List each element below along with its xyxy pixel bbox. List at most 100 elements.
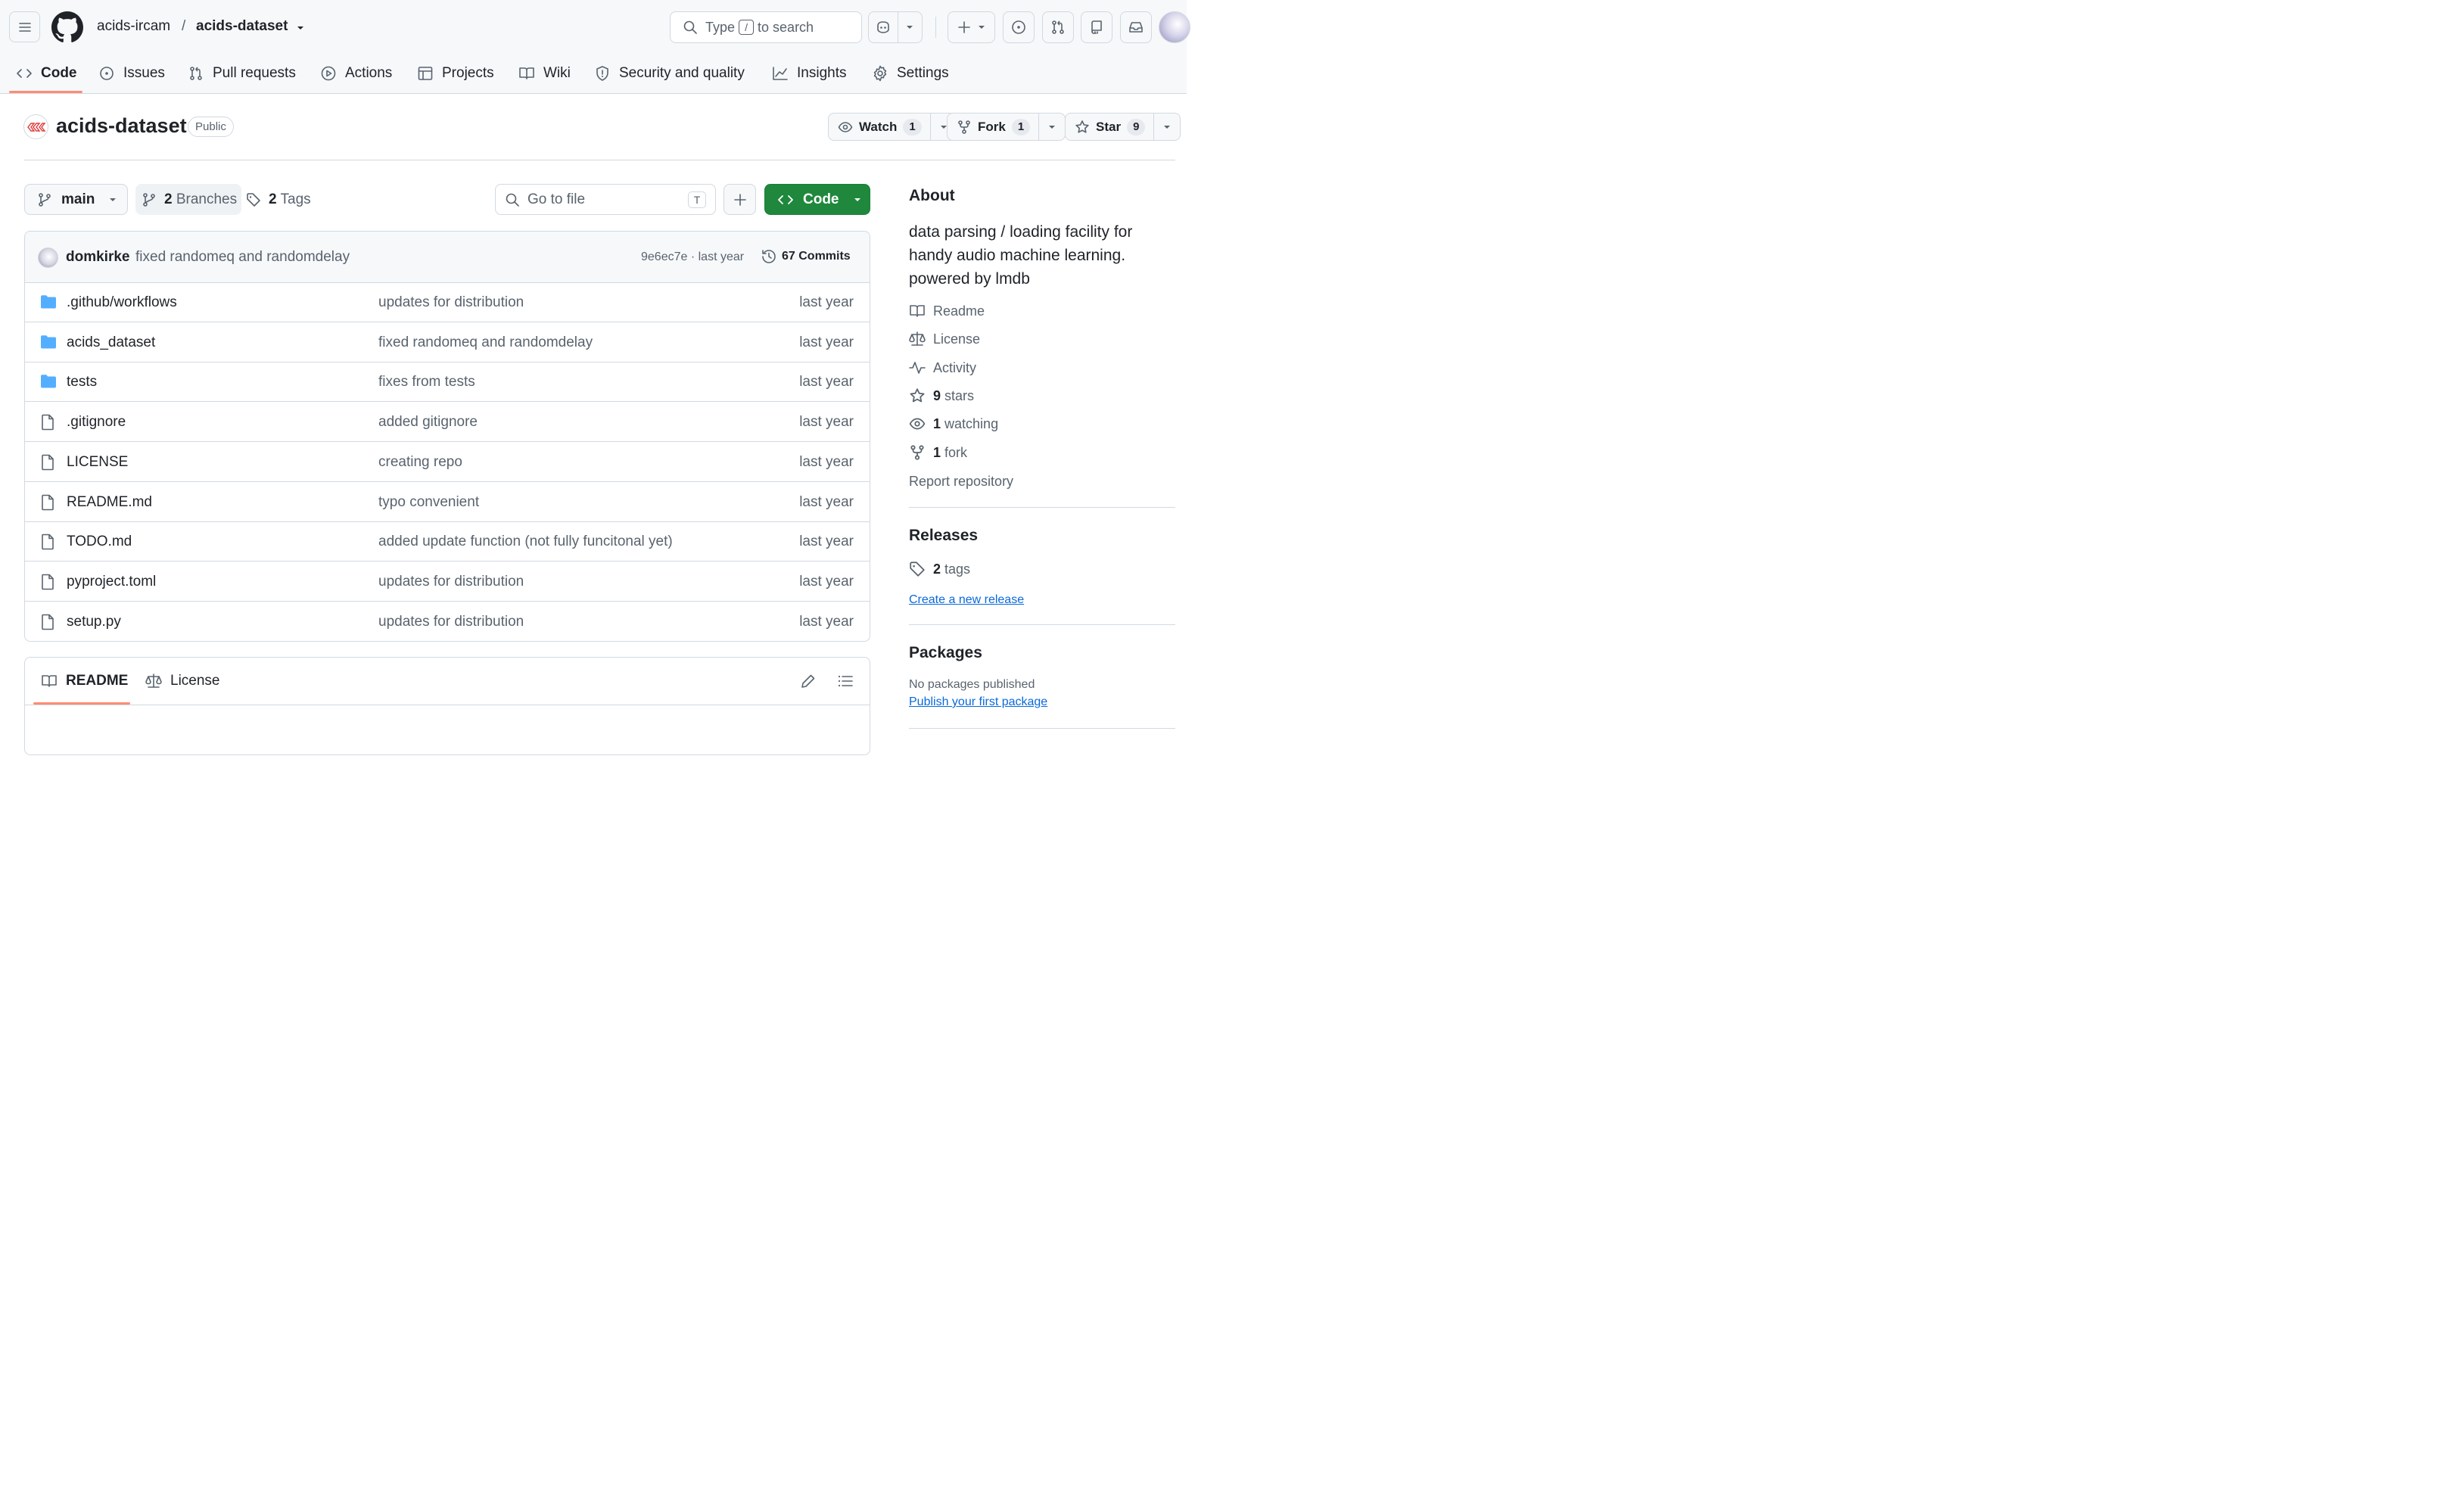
edit-readme-button[interactable] bbox=[800, 673, 817, 689]
report-repository-link[interactable]: Report repository bbox=[909, 474, 1013, 490]
sidebar-watching[interactable]: 1 watching bbox=[909, 415, 998, 432]
tab-settings[interactable]: Settings bbox=[872, 61, 949, 86]
file-name[interactable]: .gitignore bbox=[67, 414, 126, 431]
fork-main[interactable]: Fork 1 bbox=[948, 114, 1040, 140]
sidebar-readme[interactable]: Readme bbox=[909, 303, 985, 319]
file-commit-message[interactable]: added gitignore bbox=[378, 414, 478, 431]
file-commit-message[interactable]: updates for distribution bbox=[378, 294, 524, 311]
breadcrumb-owner[interactable]: acids-ircam bbox=[97, 18, 170, 35]
publish-package-link[interactable]: Publish your first package bbox=[909, 695, 1047, 709]
copilot-button[interactable] bbox=[868, 11, 923, 43]
file-row[interactable]: setup.py updates for distribution last yea… bbox=[25, 602, 870, 641]
tab-projects[interactable]: Projects bbox=[417, 61, 494, 86]
tags-link[interactable]: 2 Tags bbox=[246, 184, 311, 215]
star-button[interactable]: Star 9 bbox=[1065, 113, 1181, 141]
tab-readme[interactable]: README bbox=[41, 673, 128, 689]
pull-requests-button[interactable] bbox=[1042, 11, 1074, 43]
file-commit-message[interactable]: typo convenient bbox=[378, 494, 479, 511]
file-name[interactable]: setup.py bbox=[67, 614, 121, 630]
file-row[interactable]: pyproject.toml updates for distribution la… bbox=[25, 562, 870, 602]
search-icon bbox=[683, 20, 697, 34]
file-commit-message[interactable]: updates for distribution bbox=[378, 574, 524, 590]
file-name[interactable]: LICENSE bbox=[67, 454, 128, 471]
file-name[interactable]: acids_dataset bbox=[67, 334, 155, 351]
repo-owner-avatar[interactable] bbox=[23, 114, 48, 139]
file-name[interactable]: pyproject.toml bbox=[67, 574, 156, 590]
tab-projects-label: Projects bbox=[442, 65, 494, 81]
file-commit-message[interactable]: updates for distribution bbox=[378, 614, 524, 630]
tab-issues[interactable]: Issues bbox=[98, 61, 165, 86]
repo-switcher-caret-icon[interactable] bbox=[295, 23, 306, 33]
star-main[interactable]: Star 9 bbox=[1066, 114, 1155, 140]
github-logo-icon[interactable] bbox=[51, 11, 83, 43]
code-download-button[interactable]: Code bbox=[764, 184, 870, 215]
branches-link[interactable]: 2 Branches bbox=[135, 184, 241, 215]
branch-selector[interactable]: main bbox=[24, 184, 128, 215]
file-row[interactable]: README.md typo convenient last year bbox=[25, 483, 870, 522]
user-avatar[interactable] bbox=[1159, 11, 1190, 43]
file-row[interactable]: TODO.md added update function (not fully … bbox=[25, 522, 870, 562]
tab-code[interactable]: Code bbox=[16, 61, 77, 86]
tab-code-label: Code bbox=[41, 65, 77, 81]
sidebar-activity[interactable]: Activity bbox=[909, 359, 976, 376]
breadcrumb-separator: / bbox=[182, 18, 186, 34]
file-commit-message[interactable]: fixed randomeq and randomdelay bbox=[378, 334, 593, 351]
pencil-icon bbox=[801, 674, 815, 688]
file-name[interactable]: .github/workflows bbox=[67, 294, 177, 311]
folder-icon bbox=[41, 375, 56, 388]
create-release-link[interactable]: Create a new release bbox=[909, 593, 1024, 607]
tab-wiki[interactable]: Wiki bbox=[518, 61, 571, 86]
create-new-button[interactable] bbox=[948, 11, 995, 43]
fork-button[interactable]: Fork 1 bbox=[947, 113, 1066, 141]
file-name[interactable]: README.md bbox=[67, 494, 152, 511]
file-row[interactable]: .gitignore added gitignore last year bbox=[25, 403, 870, 443]
releases-heading[interactable]: Releases bbox=[909, 527, 978, 545]
watch-button[interactable]: Watch 1 bbox=[828, 113, 957, 141]
file-icon bbox=[42, 414, 54, 431]
tab-pull-requests[interactable]: Pull requests bbox=[188, 61, 296, 86]
sidebar-license[interactable]: License bbox=[909, 331, 980, 347]
menu-button[interactable] bbox=[9, 11, 40, 42]
fork-dropdown[interactable] bbox=[1039, 114, 1065, 140]
file-commit-date: last year bbox=[799, 334, 854, 350]
tab-actions[interactable]: Actions bbox=[320, 61, 392, 86]
file-name[interactable]: tests bbox=[67, 374, 97, 390]
sidebar-forks[interactable]: 1 fork bbox=[909, 444, 967, 461]
watch-main[interactable]: Watch 1 bbox=[829, 114, 931, 140]
commit-message[interactable]: fixed randomeq and randomdelay bbox=[135, 249, 350, 266]
repositories-button[interactable] bbox=[1081, 11, 1112, 43]
commits-history-link[interactable]: 67 Commits bbox=[761, 248, 851, 265]
star-dropdown[interactable] bbox=[1154, 114, 1180, 140]
file-row[interactable]: LICENSE creating repo last year bbox=[25, 443, 870, 482]
file-row[interactable]: .github/workflows updates for distributio… bbox=[25, 283, 870, 322]
file-row[interactable]: acids_dataset fixed randomeq and randomde… bbox=[25, 323, 870, 362]
breadcrumb-repo[interactable]: acids-dataset bbox=[196, 18, 288, 35]
sidebar-stars[interactable]: 9 stars bbox=[909, 387, 974, 404]
eye-icon bbox=[909, 418, 926, 430]
tab-actions-label: Actions bbox=[345, 65, 393, 81]
commit-author-avatar[interactable] bbox=[38, 247, 58, 268]
repo-title[interactable]: acids-dataset bbox=[56, 114, 187, 138]
file-type-icon bbox=[40, 534, 55, 550]
file-row[interactable]: tests fixes from tests last year bbox=[25, 362, 870, 403]
tab-security[interactable]: Security and quality bbox=[594, 61, 745, 86]
tab-license[interactable]: License bbox=[145, 673, 220, 689]
releases-tags-link[interactable]: 2 tags bbox=[909, 561, 970, 577]
file-commit-message[interactable]: fixes from tests bbox=[378, 374, 475, 390]
issues-button[interactable] bbox=[1003, 11, 1035, 43]
tab-insights[interactable]: Insights bbox=[772, 61, 846, 86]
inbox-button[interactable] bbox=[1120, 11, 1152, 43]
packages-heading[interactable]: Packages bbox=[909, 644, 982, 662]
outline-button[interactable] bbox=[837, 673, 854, 689]
commit-meta[interactable]: 9e6ec7e · last year bbox=[641, 250, 744, 264]
commit-author[interactable]: domkirke bbox=[66, 249, 129, 266]
go-to-file-input[interactable]: Go to file T bbox=[495, 184, 716, 215]
file-commit-date: last year bbox=[799, 374, 854, 390]
add-file-button[interactable] bbox=[723, 184, 756, 215]
book-icon bbox=[42, 675, 57, 687]
file-commit-message[interactable]: added update function (not fully funcito… bbox=[378, 534, 673, 550]
file-name[interactable]: TODO.md bbox=[67, 534, 132, 550]
file-commit-message[interactable]: creating repo bbox=[378, 454, 462, 471]
global-search-input[interactable]: Type / to search bbox=[670, 11, 862, 43]
search-icon bbox=[506, 193, 519, 207]
